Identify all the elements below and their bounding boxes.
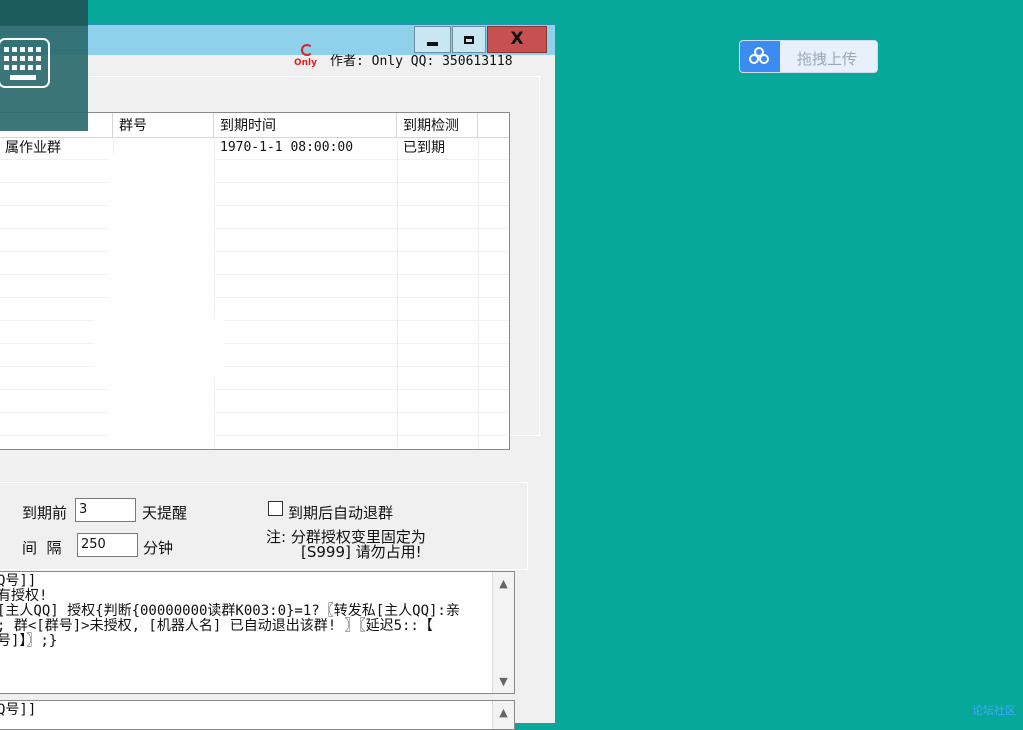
remind-suffix-label: 天提醒 (142, 504, 188, 522)
script-content: Q号]] 有授权! [主人QQ] 授权{判断{00000000读群K003:0}=1… (0, 573, 460, 649)
group-list[interactable]: 群号 到期时间 到期检测 属作业群 1970-1-1 08:00:00 已到期 (0, 112, 510, 450)
note-text: 注: 分群授权变里固定为 [S999] 请勿占用! (266, 528, 426, 561)
minimize-button[interactable] (414, 26, 451, 53)
only-logo: Only (294, 44, 322, 74)
cell-name: 属作业群 (5, 140, 61, 156)
maximize-icon (464, 35, 474, 44)
vertical-scrollbar[interactable]: ▲ ▼ (492, 572, 514, 693)
script-textarea[interactable]: Q号]] 有授权! [主人QQ] 授权{判断{00000000读群K003:0}=1… (0, 571, 515, 694)
maximize-button[interactable] (452, 26, 486, 53)
interval-label: 间 隔 (22, 539, 62, 557)
col-header-expire-time[interactable]: 到期时间 (214, 113, 397, 137)
cell-expire-time: 1970-1-1 08:00:00 (220, 140, 354, 155)
remind-days-input[interactable]: 3 (75, 498, 136, 522)
remind-before-label: 到期前 (22, 504, 68, 522)
cell-check: 已到期 (403, 140, 445, 156)
baidu-cloud-icon (740, 41, 780, 72)
script-textarea-2[interactable]: Q号]] ▲ (0, 700, 515, 730)
upload-label: 拖拽上传 (797, 50, 858, 68)
auto-quit-checkbox[interactable] (268, 501, 283, 516)
scroll-down-icon[interactable]: ▼ (493, 671, 514, 692)
interval-suffix-label: 分钟 (143, 539, 174, 557)
on-screen-keyboard-overlay[interactable] (0, 0, 88, 131)
drag-upload-button[interactable]: 拖拽上传 (739, 40, 878, 73)
vertical-scrollbar-2[interactable]: ▲ (492, 701, 514, 729)
scroll-up-icon[interactable]: ▲ (493, 573, 514, 594)
author-label: 作者: Only QQ: 350613118 (330, 54, 513, 69)
col-header-check[interactable]: 到期检测 (397, 113, 478, 137)
auto-quit-label[interactable]: 到期后自动退群 (288, 502, 393, 523)
close-icon: X (510, 29, 524, 49)
close-button[interactable]: X (487, 26, 547, 53)
redaction-mask (94, 318, 224, 378)
minimize-icon (427, 41, 438, 46)
col-header-group-no[interactable]: 群号 (113, 113, 214, 137)
redaction-mask (109, 153, 214, 449)
keyboard-icon[interactable] (0, 38, 50, 88)
interval-input[interactable]: 250 (77, 533, 138, 557)
scroll-up-icon[interactable]: ▲ (493, 702, 514, 723)
